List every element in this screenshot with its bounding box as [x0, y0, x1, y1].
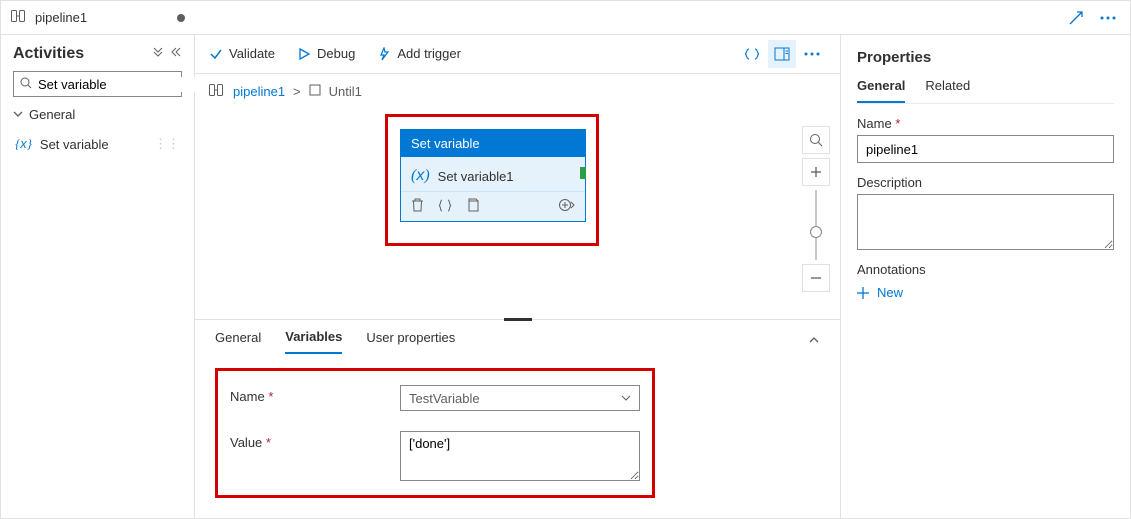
tab-general[interactable]: General	[215, 330, 261, 353]
chevron-down-icon	[621, 391, 631, 406]
success-port-icon[interactable]	[580, 167, 586, 179]
variable-name-select[interactable]: TestVariable	[400, 385, 640, 411]
add-annotation-label: New	[877, 285, 903, 300]
props-tab-related[interactable]: Related	[925, 78, 970, 103]
canvas-toolbar: Validate Debug Add trigger	[195, 35, 840, 73]
chevron-down-icon	[13, 107, 23, 122]
breadcrumb-pipeline-icon	[209, 84, 225, 99]
props-annotations-label: Annotations	[857, 262, 1114, 277]
validate-label: Validate	[229, 46, 275, 61]
highlight-box: Set variable (x) Set variable1	[385, 114, 599, 246]
debug-button[interactable]: Debug	[297, 46, 355, 61]
var-name-label: Name	[230, 389, 265, 404]
activity-node[interactable]: Set variable (x) Set variable1	[400, 129, 586, 222]
delete-icon[interactable]	[411, 198, 424, 215]
highlight-box: Name * TestVariable Value *	[215, 368, 655, 498]
code-view-icon[interactable]	[738, 40, 766, 68]
fx-icon: {x}	[15, 136, 32, 152]
properties-toggle-icon[interactable]	[768, 40, 796, 68]
pipeline-tab[interactable]: pipeline1	[1, 9, 195, 26]
pipeline-name-input[interactable]	[857, 135, 1114, 163]
properties-pane: Properties General Related Name * Descri…	[840, 35, 1130, 518]
group-general[interactable]: General	[13, 105, 182, 124]
pipeline-canvas[interactable]: Set variable (x) Set variable1	[195, 110, 840, 319]
activity-search-input[interactable]	[38, 77, 214, 92]
zoom-slider[interactable]	[815, 190, 817, 260]
copy-icon[interactable]	[466, 198, 479, 215]
breadcrumb: pipeline1 > Until1	[195, 74, 840, 109]
breadcrumb-root[interactable]: pipeline1	[233, 84, 285, 99]
zoom-fit-button[interactable]	[802, 126, 830, 154]
group-general-label: General	[29, 107, 75, 122]
props-tab-general[interactable]: General	[857, 78, 905, 103]
search-icon	[20, 77, 32, 92]
tab-variables[interactable]: Variables	[285, 329, 342, 354]
var-value-label: Value	[230, 435, 262, 450]
braces-icon[interactable]	[438, 199, 452, 215]
drag-grip-icon: ⋮⋮	[154, 136, 180, 152]
expand-icon[interactable]	[1062, 4, 1090, 32]
add-trigger-button[interactable]: Add trigger	[377, 46, 461, 61]
props-desc-label: Description	[857, 175, 1114, 190]
activity-set-variable[interactable]: {x} Set variable ⋮⋮	[13, 132, 182, 156]
collapse-left-icon[interactable]	[170, 45, 182, 63]
activity-settings-panel: General Variables User properties Name *…	[195, 319, 840, 518]
tab-user-properties[interactable]: User properties	[366, 330, 455, 353]
node-name: Set variable1	[438, 169, 514, 184]
activities-title: Activities	[13, 45, 84, 63]
zoom-controls	[802, 126, 830, 292]
zoom-in-button[interactable]	[802, 158, 830, 186]
breadcrumb-separator: >	[293, 84, 301, 99]
editor-tabbar: pipeline1	[1, 1, 1130, 35]
add-annotation-button[interactable]: New	[857, 285, 1114, 300]
pipeline-description-input[interactable]	[857, 194, 1114, 250]
canvas-more-icon[interactable]	[798, 40, 826, 68]
activities-sidebar: Activities General {x} Set variable ⋮⋮	[1, 35, 195, 518]
zoom-thumb[interactable]	[810, 226, 822, 238]
variable-value-input[interactable]	[400, 431, 640, 481]
chevrons-down-icon[interactable]	[152, 45, 164, 63]
props-name-label: Name	[857, 116, 892, 131]
node-type-label: Set variable	[401, 130, 585, 157]
more-menu-icon[interactable]	[1094, 4, 1122, 32]
add-trigger-label: Add trigger	[397, 46, 461, 61]
validate-button[interactable]: Validate	[209, 46, 275, 61]
properties-title: Properties	[857, 49, 1114, 66]
breadcrumb-until-icon	[309, 84, 321, 99]
activity-label: Set variable	[40, 137, 109, 152]
breadcrumb-child: Until1	[329, 84, 362, 99]
debug-label: Debug	[317, 46, 355, 61]
variable-name-value: TestVariable	[409, 391, 480, 406]
zoom-out-button[interactable]	[802, 264, 830, 292]
add-output-icon[interactable]	[559, 198, 575, 215]
fx-icon: (x)	[411, 167, 430, 185]
pipeline-icon	[11, 9, 27, 26]
activity-search[interactable]	[13, 71, 182, 97]
dirty-indicator-icon	[177, 14, 185, 22]
collapse-panel-icon[interactable]	[808, 334, 820, 349]
pipeline-tab-title: pipeline1	[35, 10, 87, 25]
